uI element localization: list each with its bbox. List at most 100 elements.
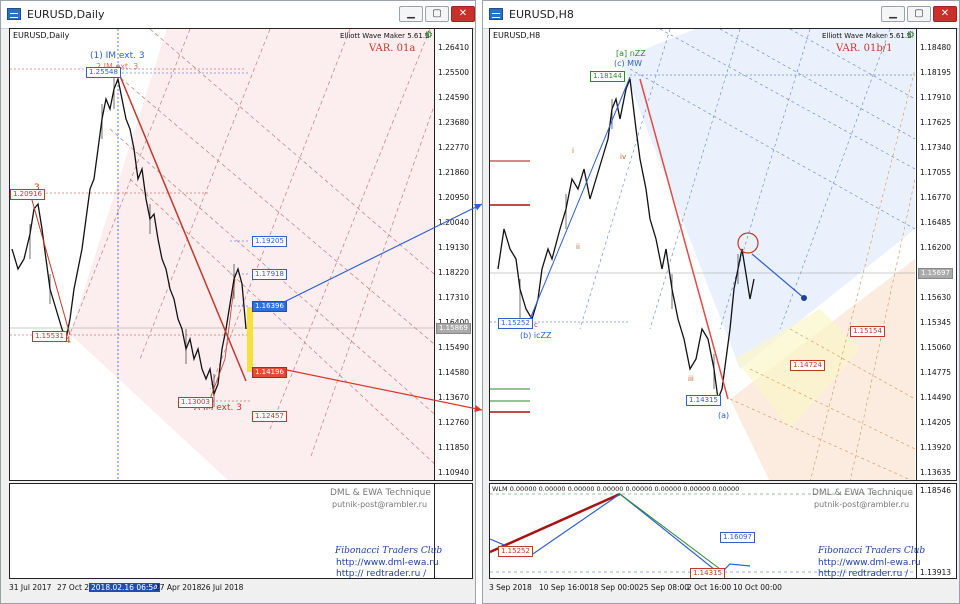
price-tick: 1.17910 <box>920 93 952 102</box>
price-tick: 1.16485 <box>920 218 952 227</box>
price-box-r1[interactable]: 1.14196 <box>252 367 287 378</box>
sub-box-c: 1.14315 <box>690 568 725 578</box>
wave-label-ii: ii <box>576 243 580 251</box>
price-tick: 1.17055 <box>920 168 952 177</box>
right-date-4: 2 Oct 16:00 <box>687 583 732 592</box>
left-sub-title1: DML & EWA Technique <box>330 488 431 498</box>
right-date-3: 25 Sep 08:00 <box>639 583 690 592</box>
left-date-cursor: 2018.02.16 06:54 <box>89 583 160 592</box>
right-date-1: 10 Sep 16:00 <box>539 583 590 592</box>
left-url1[interactable]: http://www.dml-ewa.ru <box>336 558 439 568</box>
price-tick: 1.22770 <box>438 143 470 152</box>
left-variant: VAR. 01a <box>369 43 416 54</box>
price-box-r2: 1.14724 <box>790 360 825 371</box>
price-tick: 1.24590 <box>438 93 470 102</box>
left-main-chart[interactable]: EURUSD,Daily Elliott Wave Maker 5.61.5 ⚙… <box>9 28 473 481</box>
price-box-top: 1.18144 <box>590 71 625 82</box>
settings-icon[interactable]: ⚙ <box>424 30 433 41</box>
left-club: Fibonacci Traders Club <box>335 546 443 556</box>
minimize-button[interactable]: ▁ <box>399 6 423 22</box>
right-url1[interactable]: http://www.dml-ewa.ru <box>818 558 921 568</box>
right-sub-window[interactable]: WLM 0.00000 0.00000 0.00000 0.00000 0.00… <box>489 483 957 579</box>
settings-icon[interactable]: ⚙ <box>906 30 915 41</box>
right-window-title: EURUSD,H8 <box>509 8 574 21</box>
wlm-label: WLM 0.00000 0.00000 0.00000 0.00000 0.00… <box>492 485 740 493</box>
price-tick: 1.25500 <box>438 68 470 77</box>
price-tick: 1.26410 <box>438 43 470 52</box>
left-date-4: 26 Jul 2018 <box>201 583 244 592</box>
price-tick: 1.15630 <box>920 293 952 302</box>
price-tick: 1.17310 <box>438 293 470 302</box>
right-time-axis: 3 Sep 2018 10 Sep 16:00 18 Sep 00:00 25 … <box>489 581 909 595</box>
price-tick: 1.20040 <box>438 218 470 227</box>
right-title-bar[interactable]: EURUSD,H8 ▁ ▢ ✕ <box>483 1 959 29</box>
price-tick: 1.13670 <box>438 393 470 402</box>
right-date-5: 10 Oct 00:00 <box>733 583 782 592</box>
wave-label-i: i <box>572 147 574 155</box>
wave-label-mw: (c) MW <box>614 59 642 68</box>
price-tick: 1.14205 <box>920 418 952 427</box>
wave-label-iczz: (b) icZZ <box>520 331 552 340</box>
wave-label-iii: iii <box>688 375 694 383</box>
left-title-bar[interactable]: EURUSD,Daily ▁ ▢ ✕ <box>1 1 475 29</box>
price-tick: 1.16770 <box>920 193 952 202</box>
price-tick: 1.20950 <box>438 193 470 202</box>
price-tick: 1.12760 <box>438 418 470 427</box>
left-chart-window: EURUSD,Daily ▁ ▢ ✕ EURUSD,Daily Elliott … <box>0 0 476 604</box>
price-tick: 1.14490 <box>920 393 952 402</box>
wave-label-a: (a) <box>718 411 730 420</box>
left-sub-window[interactable]: DML & EWA Technique putnik-post@rambler.… <box>9 483 473 579</box>
price-tick: 1.10940 <box>438 468 470 477</box>
price-tick: 1.13920 <box>920 443 952 452</box>
right-maker: Elliott Wave Maker 5.61.5 <box>822 32 912 40</box>
left-date-0: 31 Jul 2017 <box>9 583 52 592</box>
price-box-left3: 1.20916 <box>10 189 45 200</box>
right-sub-axis: 1.18546 1.13913 <box>916 484 956 578</box>
close-button[interactable]: ✕ <box>933 6 957 22</box>
sub-box-a: 1.15252 <box>498 546 533 557</box>
price-tick: 1.16200 <box>920 243 952 252</box>
price-box-b3[interactable]: 1.16396 <box>252 301 287 312</box>
maximize-button[interactable]: ▢ <box>425 6 449 22</box>
left-date-3: 27 Apr 2018 <box>155 583 202 592</box>
price-tick: 1.17340 <box>920 143 952 152</box>
right-chart-window: EURUSD,H8 ▁ ▢ ✕ EURUSD,H8 Elliott Wave M… <box>482 0 960 604</box>
price-box-left4: 1.15531 <box>32 331 67 342</box>
minimize-button[interactable]: ▁ <box>881 6 905 22</box>
price-box-r2: 1.12457 <box>252 411 287 422</box>
maximize-button[interactable]: ▢ <box>907 6 931 22</box>
chart-window-icon <box>489 8 503 20</box>
left-chart-drawing <box>10 29 441 480</box>
right-url2[interactable]: http:// redtrader.ru / <box>818 569 908 578</box>
wave-label-iv: iv <box>620 153 627 161</box>
close-button[interactable]: ✕ <box>451 6 475 22</box>
price-tick: 1.15490 <box>438 343 470 352</box>
left-url2[interactable]: http:// redtrader.ru / <box>336 569 426 578</box>
price-tick: 1.19130 <box>438 243 470 252</box>
price-box-r1: 1.15154 <box>850 326 885 337</box>
wave-label-nzz: [a] nZZ <box>616 49 646 58</box>
right-sub-title2: putnik-post@rambler.ru <box>814 500 910 509</box>
right-variant: VAR. 01b/1 <box>836 43 893 54</box>
price-tick: 1.18480 <box>920 43 952 52</box>
price-tick: 1.23680 <box>438 118 470 127</box>
wave-label-1-im: (1) IM ext. 3 <box>90 51 145 61</box>
price-box-b1: 1.19205 <box>252 236 287 247</box>
price-tick: 1.18195 <box>920 68 952 77</box>
right-symbol: EURUSD,H8 <box>493 31 541 40</box>
right-current-price: 1.15697 <box>918 268 953 279</box>
price-tick: 1.11850 <box>438 443 470 452</box>
price-tick: 1.14580 <box>438 368 470 377</box>
price-tick: 1.21860 <box>438 168 470 177</box>
sub-axis-bottom: 1.13913 <box>920 568 952 577</box>
price-box-b2: 1.17918 <box>252 269 287 280</box>
left-time-axis: 31 Jul 2017 27 Oct 2017 2018.02.16 06:54… <box>9 581 429 595</box>
price-box-top: 1.25548 <box>86 67 121 78</box>
price-box-low: 1.14315 <box>686 395 721 406</box>
sub-axis-top: 1.18546 <box>920 486 952 495</box>
right-date-2: 18 Sep 00:00 <box>589 583 640 592</box>
left-sub-title2: putnik-post@rambler.ru <box>332 500 428 509</box>
price-box-left: 1.15252 <box>498 318 533 329</box>
right-main-chart[interactable]: EURUSD,H8 Elliott Wave Maker 5.61.5 ⚙ VA… <box>489 28 957 481</box>
right-price-axis: 1.18480 1.18195 1.17910 1.17625 1.17340 1.170… <box>916 29 956 480</box>
